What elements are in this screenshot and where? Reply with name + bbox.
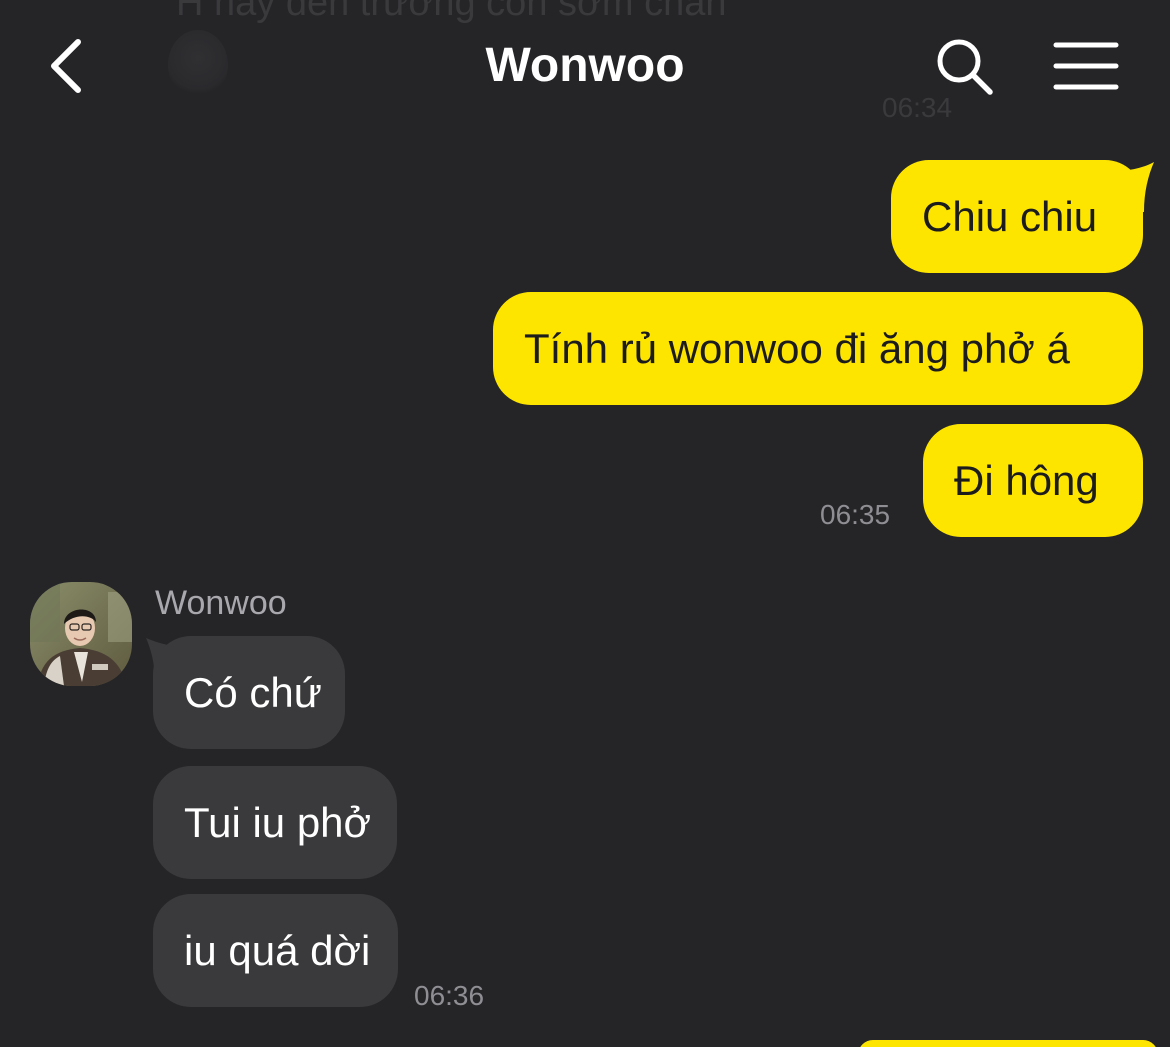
contact-photo [30, 582, 132, 686]
menu-button[interactable] [1052, 40, 1120, 92]
their-message-time: 06:36 [414, 980, 485, 1011]
chat-header: Wonwoo [0, 0, 1170, 135]
contact-name: Wonwoo [155, 584, 287, 622]
my-message-bubble[interactable]: Chiu chiu [891, 160, 1143, 273]
their-message-bubble[interactable]: iu quá dời [153, 894, 398, 1007]
contact-avatar[interactable] [30, 582, 132, 686]
their-message-bubble[interactable]: Có chứ [153, 636, 345, 749]
my-message-bubble[interactable]: Tính rủ wonwoo đi ăng phở á [493, 292, 1143, 405]
their-message-bubble[interactable]: Tui iu phở [153, 766, 397, 879]
my-message-bubble[interactable]: Đi hông [923, 424, 1143, 537]
search-button[interactable] [934, 36, 996, 98]
hamburger-menu-icon [1053, 42, 1119, 90]
next-message-bubble-partial [858, 1040, 1158, 1047]
chat-screen: H nay đến trường con sớm chán 06:34 Wonw… [0, 0, 1170, 1047]
search-icon [937, 39, 993, 95]
my-message-time: 06:35 [820, 499, 891, 530]
